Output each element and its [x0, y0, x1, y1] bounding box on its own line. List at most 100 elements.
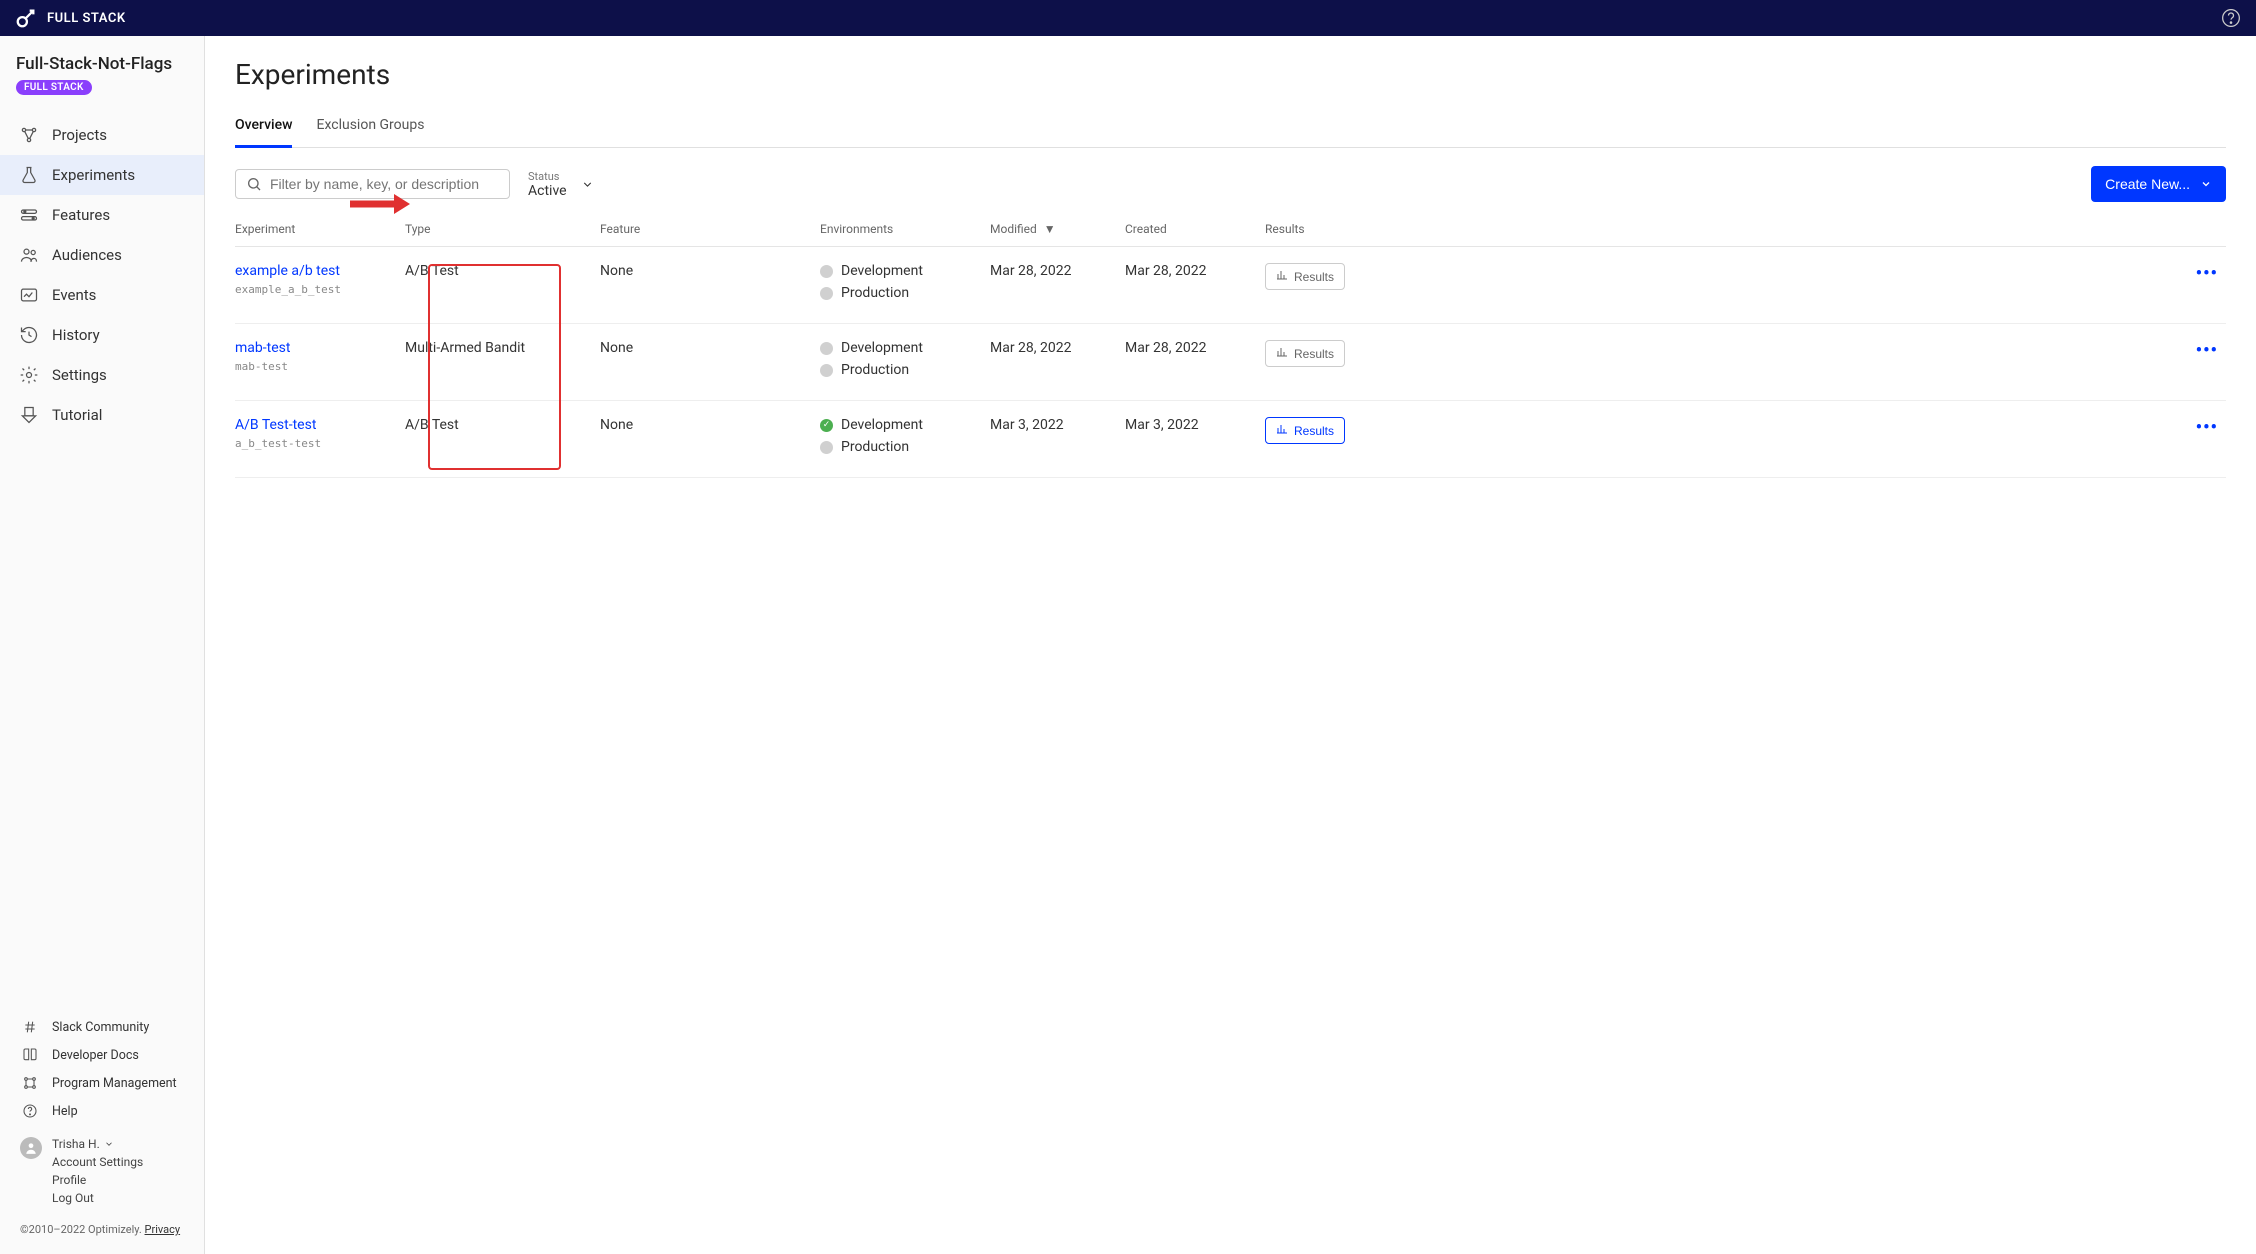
sidebar-item-projects[interactable]: Projects — [0, 115, 204, 155]
topbar: FULL STACK — [0, 0, 2256, 36]
pm-icon — [20, 1075, 40, 1091]
env-item: ✓ Development — [820, 417, 990, 433]
sidebar-item-audiences[interactable]: Audiences — [0, 235, 204, 275]
help-icon[interactable] — [2221, 8, 2241, 28]
page-title: Experiments — [235, 58, 2226, 91]
env-name: Production — [841, 362, 909, 378]
sidebar-item-history[interactable]: History — [0, 315, 204, 355]
user-menu[interactable]: Trisha H. — [52, 1135, 143, 1153]
tab-overview[interactable]: Overview — [235, 109, 292, 148]
create-new-button[interactable]: Create New... — [2091, 166, 2226, 202]
hash-icon — [20, 1019, 40, 1035]
help-circle-icon — [20, 1103, 40, 1119]
book-icon — [20, 1047, 40, 1063]
more-actions-button[interactable]: ••• — [2196, 417, 2226, 438]
col-type[interactable]: Type — [405, 222, 600, 236]
user-name-label: Trisha H. — [52, 1135, 100, 1153]
search-input[interactable] — [270, 176, 499, 192]
sidebar-item-events[interactable]: Events — [0, 275, 204, 315]
sidebar-item-label: Settings — [52, 366, 107, 384]
experiment-type: A/B Test — [405, 263, 600, 279]
more-actions-button[interactable]: ••• — [2196, 263, 2226, 284]
user-section: Trisha H. Account Settings Profile Log O… — [0, 1125, 204, 1215]
table-row: example a/b test example_a_b_test A/B Te… — [235, 247, 2226, 324]
experiment-feature: None — [600, 263, 820, 279]
env-name: Production — [841, 285, 909, 301]
sidebar-item-label: History — [52, 326, 100, 344]
events-icon — [18, 285, 40, 305]
more-actions-button[interactable]: ••• — [2196, 340, 2226, 361]
tab-exclusion-groups[interactable]: Exclusion Groups — [316, 109, 424, 148]
status-filter[interactable]: Status Active — [528, 170, 594, 199]
table-header: Experiment Type Feature Environments Mod… — [235, 212, 2226, 247]
experiment-feature: None — [600, 340, 820, 356]
project-name: Full-Stack-Not-Flags — [16, 54, 188, 74]
col-created[interactable]: Created — [1125, 222, 1265, 236]
toolbar: Status Active Create New... — [235, 166, 2226, 202]
user-link-account[interactable]: Account Settings — [52, 1153, 143, 1171]
sidebar-item-tutorial[interactable]: Tutorial — [0, 395, 204, 435]
footer-link-help[interactable]: Help — [0, 1097, 204, 1125]
experiment-name-link[interactable]: mab-test — [235, 340, 405, 356]
create-button-label: Create New... — [2105, 176, 2190, 192]
sidebar-footer: Slack Community Developer Docs Program M… — [0, 1003, 204, 1254]
tabs: Overview Exclusion Groups — [235, 109, 2226, 148]
env-name: Production — [841, 439, 909, 455]
env-item: Development — [820, 263, 990, 279]
status-idle-icon — [820, 287, 833, 300]
status-idle-icon — [820, 342, 833, 355]
col-results[interactable]: Results — [1265, 222, 1375, 236]
footer-link-slack[interactable]: Slack Community — [0, 1013, 204, 1041]
privacy-link[interactable]: Privacy — [145, 1223, 181, 1236]
table-row: A/B Test-test a_b_test-test A/B Test Non… — [235, 401, 2226, 478]
env-item: Production — [820, 362, 990, 378]
env-item: Development — [820, 340, 990, 356]
sidebar-nav: Projects Experiments Features Audiences … — [0, 115, 204, 1003]
experiment-name-link[interactable]: example a/b test — [235, 263, 405, 279]
history-icon — [18, 325, 40, 345]
experiments-table: Experiment Type Feature Environments Mod… — [235, 212, 2226, 478]
bar-chart-icon — [1276, 269, 1288, 284]
status-value: Active — [528, 183, 567, 199]
sidebar-header: Full-Stack-Not-Flags FULL STACK — [0, 36, 204, 107]
col-feature[interactable]: Feature — [600, 222, 820, 236]
col-experiment[interactable]: Experiment — [235, 222, 405, 236]
user-link-profile[interactable]: Profile — [52, 1171, 143, 1189]
experiment-modified: Mar 3, 2022 — [990, 417, 1125, 433]
gear-icon — [18, 365, 40, 385]
experiment-key: a_b_test-test — [235, 437, 405, 450]
env-item: Production — [820, 439, 990, 455]
col-environments[interactable]: Environments — [820, 222, 990, 236]
footer-link-docs[interactable]: Developer Docs — [0, 1041, 204, 1069]
copyright: ©2010–2022 Optimizely. Privacy — [0, 1215, 204, 1244]
sidebar-item-label: Projects — [52, 126, 107, 144]
experiment-feature: None — [600, 417, 820, 433]
experiment-modified: Mar 28, 2022 — [990, 340, 1125, 356]
product-name: FULL STACK — [47, 11, 126, 26]
experiment-created: Mar 3, 2022 — [1125, 417, 1265, 433]
sidebar-item-features[interactable]: Features — [0, 195, 204, 235]
sidebar-item-settings[interactable]: Settings — [0, 355, 204, 395]
col-modified[interactable]: Modified ▼ — [990, 222, 1125, 236]
projects-icon — [18, 125, 40, 145]
sort-desc-icon: ▼ — [1044, 222, 1056, 236]
search-box[interactable] — [235, 169, 510, 199]
experiment-name-link[interactable]: A/B Test-test — [235, 417, 405, 433]
bar-chart-icon — [1276, 346, 1288, 361]
avatar — [20, 1137, 42, 1159]
results-button[interactable]: Results — [1265, 340, 1345, 367]
sidebar-item-label: Events — [52, 286, 96, 304]
status-label: Status — [528, 170, 567, 183]
experiment-created: Mar 28, 2022 — [1125, 263, 1265, 279]
footer-link-pm[interactable]: Program Management — [0, 1069, 204, 1097]
env-name: Development — [841, 340, 923, 356]
sidebar-item-label: Audiences — [52, 246, 122, 264]
chevron-down-icon — [2200, 178, 2212, 190]
footer-link-label: Slack Community — [52, 1020, 149, 1035]
experiment-key: example_a_b_test — [235, 283, 405, 296]
project-type-badge: FULL STACK — [16, 80, 92, 95]
results-button[interactable]: Results — [1265, 263, 1345, 290]
results-button[interactable]: Results — [1265, 417, 1345, 444]
sidebar-item-experiments[interactable]: Experiments — [0, 155, 204, 195]
user-link-logout[interactable]: Log Out — [52, 1189, 143, 1207]
